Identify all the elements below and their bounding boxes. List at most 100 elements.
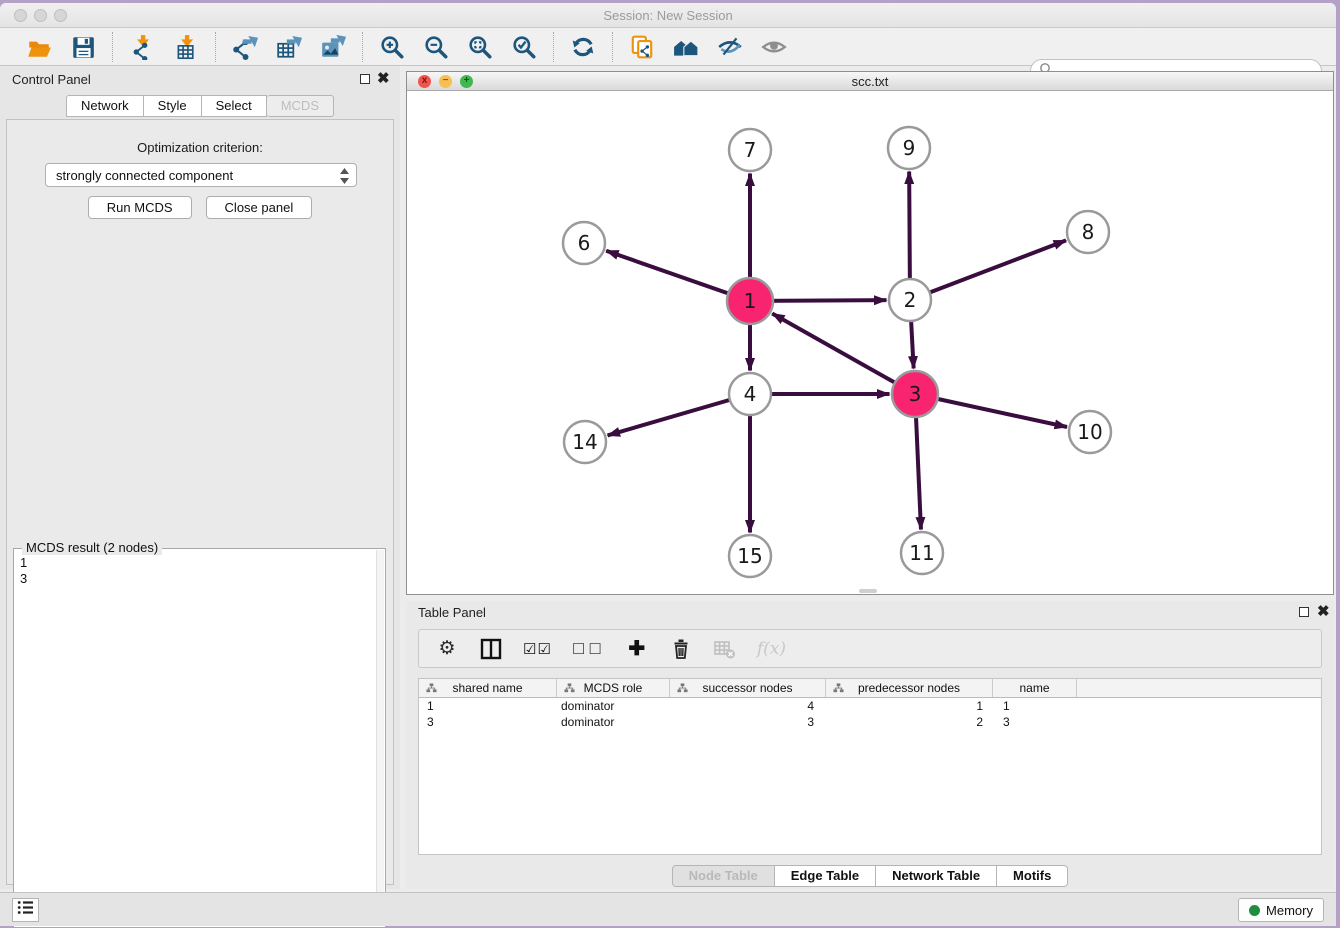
table-cell[interactable]: 3	[419, 714, 557, 730]
toggle-columns-icon[interactable]	[479, 636, 503, 662]
memory-button[interactable]: Memory	[1238, 898, 1324, 922]
node-label-9: 9	[903, 136, 916, 160]
mcds-result-text: 1 3	[14, 551, 375, 927]
memory-label: Memory	[1266, 903, 1313, 918]
control-panel: Control Panel ✖ NetworkStyleSelectMCDS O…	[0, 66, 400, 889]
node-label-15: 15	[737, 544, 762, 568]
memory-status-icon	[1249, 905, 1260, 916]
node-8[interactable]: 8	[1067, 211, 1109, 253]
zoom-in-icon[interactable]	[377, 33, 407, 61]
apply-function-icon: f(x)	[757, 636, 786, 662]
network-window-title: scc.txt	[407, 74, 1333, 89]
export-table-icon[interactable]	[274, 33, 304, 61]
float-panel-icon[interactable]	[360, 74, 370, 84]
node-1[interactable]: 1	[727, 278, 773, 324]
table-cell[interactable]: 1	[993, 698, 1077, 714]
node-table[interactable]: shared nameMCDS rolesuccessor nodesprede…	[418, 678, 1322, 855]
zoom-selected-icon[interactable]	[509, 33, 539, 61]
table-row[interactable]: 3dominator323	[419, 714, 1321, 730]
dropdown-value: strongly connected component	[56, 168, 233, 183]
table-close-icon[interactable]: ✖	[1317, 602, 1330, 620]
column-header-name[interactable]: name	[993, 679, 1077, 697]
tab-edge-table[interactable]: Edge Table	[775, 865, 876, 887]
node-10[interactable]: 10	[1069, 411, 1111, 453]
optimization-dropdown[interactable]: strongly connected component	[45, 163, 357, 187]
table-cell[interactable]: dominator	[557, 698, 670, 714]
tab-network-table[interactable]: Network Table	[876, 865, 997, 887]
table-panel-title: Table Panel	[418, 605, 486, 620]
tab-select[interactable]: Select	[202, 95, 267, 117]
import-table-icon[interactable]	[171, 33, 201, 61]
node-4[interactable]: 4	[729, 373, 771, 415]
network-canvas[interactable]: 7 9 6 8 1 2 4 3 14 10 15 11	[407, 91, 1333, 594]
zoom-out-icon[interactable]	[421, 33, 451, 61]
run-mcds-button[interactable]: Run MCDS	[88, 196, 192, 219]
tab-style[interactable]: Style	[144, 95, 202, 117]
node-label-14: 14	[572, 430, 597, 454]
first-neighbors-icon[interactable]	[671, 33, 701, 61]
edge-4-14[interactable]	[608, 394, 750, 435]
node-label-3: 3	[909, 382, 922, 406]
tab-mcds[interactable]: MCDS	[267, 95, 334, 117]
column-header-MCDS-role[interactable]: MCDS role	[557, 679, 670, 697]
table-cell[interactable]: 3	[993, 714, 1077, 730]
node-6[interactable]: 6	[563, 222, 605, 264]
node-7[interactable]: 7	[729, 129, 771, 171]
deselect-all-icon[interactable]: ☐☐	[572, 636, 605, 662]
table-cell[interactable]: 1	[419, 698, 557, 714]
open-session-icon[interactable]	[24, 33, 54, 61]
app-window: Session: New Session Control Panel ✖ Net…	[0, 3, 1336, 926]
status-bar: Memory	[0, 892, 1336, 926]
table-cell[interactable]: dominator	[557, 714, 670, 730]
control-panel-title: Control Panel	[12, 72, 91, 87]
node-3[interactable]: 3	[892, 371, 938, 417]
table-panel: Table Panel ✖ ⚙ ☑☑ ☐☐ ✚ f(x) shared nameMCD…	[406, 601, 1334, 889]
copy-network-icon[interactable]	[627, 33, 657, 61]
close-panel-button[interactable]: Close panel	[206, 196, 313, 219]
add-row-icon[interactable]: ✚	[625, 636, 649, 662]
delete-row-icon[interactable]	[669, 636, 693, 662]
table-row[interactable]: 1dominator411	[419, 698, 1321, 714]
dropdown-stepper-icon	[339, 167, 350, 188]
main-toolbar	[0, 28, 1336, 66]
table-cell[interactable]: 2	[826, 714, 993, 730]
mcds-panel: Optimization criterion: strongly connect…	[6, 119, 394, 885]
network-view-window: x − + scc.txt 7968124314101511	[406, 71, 1334, 595]
hide-selected-icon[interactable]	[715, 33, 745, 61]
refresh-icon[interactable]	[568, 33, 598, 61]
column-header-shared-name[interactable]: shared name	[419, 679, 557, 697]
node-label-10: 10	[1077, 420, 1102, 444]
export-network-icon[interactable]	[230, 33, 260, 61]
import-network-icon[interactable]	[127, 33, 157, 61]
node-9[interactable]: 9	[888, 127, 930, 169]
select-all-icon[interactable]: ☑☑	[523, 636, 552, 662]
table-cell[interactable]: 1	[826, 698, 993, 714]
edge-3-1[interactable]	[772, 314, 915, 394]
result-scrollbar[interactable]	[376, 550, 384, 926]
tab-node-table[interactable]: Node Table	[672, 865, 775, 887]
zoom-fit-icon[interactable]	[465, 33, 495, 61]
edge-2-8[interactable]	[910, 240, 1066, 300]
table-cell[interactable]: 3	[670, 714, 826, 730]
task-history-button[interactable]	[12, 898, 39, 922]
tab-motifs[interactable]: Motifs	[997, 865, 1068, 887]
tab-network[interactable]: Network	[66, 95, 144, 117]
canvas-hscroll-thumb[interactable]	[859, 589, 877, 593]
node-15[interactable]: 15	[729, 535, 771, 577]
node-2[interactable]: 2	[889, 279, 931, 321]
delete-table-icon	[713, 636, 737, 662]
column-header-successor-nodes[interactable]: successor nodes	[670, 679, 826, 697]
window-title: Session: New Session	[0, 8, 1336, 23]
column-header-predecessor-nodes[interactable]: predecessor nodes	[826, 679, 993, 697]
settings-gear-icon[interactable]: ⚙	[435, 636, 459, 662]
save-session-icon[interactable]	[68, 33, 98, 61]
node-11[interactable]: 11	[901, 532, 943, 574]
table-float-icon[interactable]	[1299, 607, 1309, 617]
node-label-2: 2	[904, 288, 917, 312]
table-cell[interactable]: 4	[670, 698, 826, 714]
close-panel-icon[interactable]: ✖	[377, 69, 390, 87]
node-14[interactable]: 14	[564, 421, 606, 463]
export-image-icon[interactable]	[318, 33, 348, 61]
mcds-result-box: MCDS result (2 nodes) 1 3	[13, 548, 386, 928]
show-all-icon[interactable]	[759, 33, 789, 61]
